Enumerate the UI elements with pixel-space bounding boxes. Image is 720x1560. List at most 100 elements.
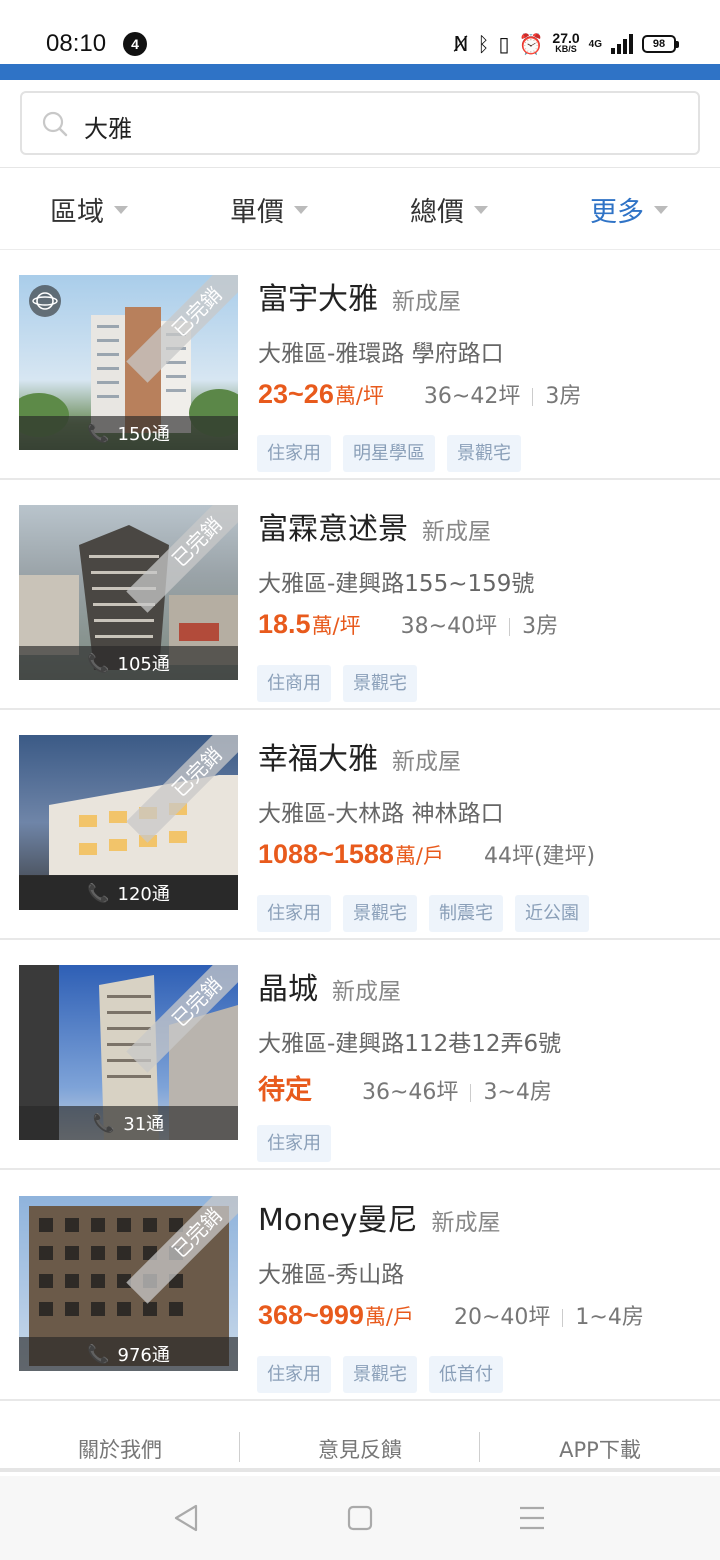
signal-icon <box>611 34 633 54</box>
listing-price-unit: 萬/坪 <box>334 384 384 408</box>
divider <box>470 1084 472 1102</box>
listing-price: 待定 <box>258 1075 312 1105</box>
listing-size: 38~40坪 <box>400 614 498 639</box>
system-nav-bar <box>0 1476 720 1560</box>
listing-type: 新成屋 <box>392 749 461 775</box>
call-count: 📞 31通 <box>19 1106 238 1140</box>
filter-area-label: 區域 <box>50 197 104 228</box>
filter-bar: 區域 單價 總價 更多 <box>0 168 720 250</box>
phone-icon: 📞 <box>92 1112 116 1134</box>
listing-tag: 住商用 <box>257 665 331 702</box>
listing-tag: 低首付 <box>429 1356 503 1393</box>
footer-links: 關於我們 意見反饋 APP下載 <box>0 1404 720 1472</box>
listing-size: 36~42坪 <box>423 384 521 409</box>
dropdown-arrow-icon <box>654 205 668 214</box>
listing-address: 大雅區-大林路 神林路口 <box>258 801 504 827</box>
bluetooth-icon: ᛒ <box>477 32 490 56</box>
about-us-link[interactable]: 關於我們 <box>0 1434 240 1464</box>
alarm-icon: ⏰ <box>518 32 544 56</box>
call-count: 📞 105通 <box>19 646 238 680</box>
vr-360-icon[interactable] <box>29 285 61 317</box>
listing-photo: 已完銷 📞 976通 <box>19 1196 238 1371</box>
listing-type: 新成屋 <box>422 519 491 545</box>
listing-rooms: 3房 <box>545 384 582 409</box>
filter-area[interactable]: 區域 <box>50 190 128 229</box>
nfc-icon: N̸ <box>453 32 469 56</box>
listing-tag: 景觀宅 <box>447 435 521 472</box>
listing-photo: 已完銷 📞 120通 <box>19 735 238 910</box>
listing-price-unit: 萬/戶 <box>394 844 444 868</box>
phone-icon: 📞 <box>87 1343 110 1365</box>
phone-icon: 📞 <box>87 882 110 904</box>
filter-more[interactable]: 更多 <box>590 190 668 229</box>
listing-tag: 住家用 <box>257 895 331 932</box>
status-time: 08:10 <box>46 30 107 57</box>
listing-size: 20~40坪 <box>453 1305 551 1330</box>
back-icon[interactable] <box>166 1498 206 1538</box>
listing-tag: 近公園 <box>515 895 589 932</box>
filter-total-price-label: 總價 <box>410 197 464 228</box>
call-count: 📞 120通 <box>19 876 238 910</box>
app-download-link[interactable]: APP下載 <box>480 1434 720 1464</box>
listing-price: 368~999 <box>258 1300 364 1330</box>
listing-title: Money曼尼 <box>258 1203 418 1238</box>
filter-unit-price-label: 單價 <box>230 197 284 228</box>
dropdown-arrow-icon <box>474 205 488 214</box>
listing-tag: 住家用 <box>257 1356 331 1393</box>
listing-address: 大雅區-建興路155~159號 <box>258 571 535 597</box>
listing-rooms: 3~4房 <box>483 1080 552 1105</box>
listing-type: 新成屋 <box>431 1210 501 1236</box>
call-count: 📞 150通 <box>19 416 238 450</box>
listing-tag: 景觀宅 <box>343 665 417 702</box>
net-speed: 27.0 KB/S <box>552 30 580 54</box>
battery-icon: 98 <box>642 35 679 53</box>
phone-icon: 📞 <box>87 422 110 444</box>
listing-type: 新成屋 <box>392 289 461 315</box>
divider <box>562 1309 564 1327</box>
home-icon[interactable] <box>340 1498 380 1538</box>
network-type: 4G <box>588 38 602 50</box>
listing-size: 36~46坪 <box>362 1080 459 1105</box>
divider <box>509 618 511 636</box>
listing-item[interactable]: 已完銷 📞 976通 Money曼尼 新成屋 大雅區-秀山路 368~999 萬/… <box>0 1171 720 1401</box>
listing-photo: 已完銷 📞 150通 <box>19 275 238 450</box>
phone-icon: 📞 <box>87 652 110 674</box>
listing-title: 富宇大雅 <box>258 282 378 317</box>
filter-more-label: 更多 <box>590 197 644 228</box>
listing-item[interactable]: 已完銷 📞 105通 富霖意述景 新成屋 大雅區-建興路155~159號 18.5… <box>0 480 720 710</box>
listing-photo: 已完銷 📞 105通 <box>19 505 238 680</box>
listing-title: 富霖意述景 <box>258 512 408 547</box>
listing-price-unit: 萬/戶 <box>364 1305 414 1329</box>
listing-rooms: 3房 <box>522 614 559 639</box>
search-input[interactable]: 大雅 <box>20 91 700 155</box>
header-accent-bar <box>0 64 720 80</box>
divider <box>532 388 534 406</box>
vibrate-icon: ▯ <box>498 32 510 56</box>
listing-title: 幸福大雅 <box>258 742 378 777</box>
search-icon <box>42 111 68 137</box>
status-icons: N̸ ᛒ ▯ ⏰ 27.0 KB/S 4G 98 <box>453 30 679 58</box>
listing-address: 大雅區-秀山路 <box>258 1262 405 1288</box>
notification-count-badge: 4 <box>123 32 147 56</box>
listing-photo: 已完銷 📞 31通 <box>19 965 238 1140</box>
listing-rooms: 1~4房 <box>575 1305 644 1330</box>
filter-total-price[interactable]: 總價 <box>410 190 488 229</box>
status-bar: 08:10 4 N̸ ᛒ ▯ ⏰ 27.0 KB/S 4G 98 <box>0 0 720 64</box>
dropdown-arrow-icon <box>114 205 128 214</box>
listing-price: 18.5 <box>258 609 311 639</box>
menu-icon[interactable] <box>512 1498 552 1538</box>
listing-tag: 明星學區 <box>343 435 435 472</box>
search-query: 大雅 <box>84 115 132 143</box>
listing-item[interactable]: 已完銷 📞 150通 富宇大雅 新成屋 大雅區-雅環路 學府路口 23~26 萬/… <box>0 250 720 480</box>
listing-title: 晶城 <box>258 972 318 1007</box>
listing-tag: 景觀宅 <box>343 1356 417 1393</box>
listing-tag: 住家用 <box>257 1125 331 1162</box>
listing-price: 1088~1588 <box>258 839 394 869</box>
feedback-link[interactable]: 意見反饋 <box>240 1434 480 1464</box>
listing-item[interactable]: 已完銷 📞 31通 晶城 新成屋 大雅區-建興路112巷12弄6號 待定 36~4… <box>0 940 720 1170</box>
listing-price-unit: 萬/坪 <box>311 614 361 638</box>
filter-unit-price[interactable]: 單價 <box>230 190 308 229</box>
listing-type: 新成屋 <box>332 979 401 1005</box>
listing-item[interactable]: 已完銷 📞 120通 幸福大雅 新成屋 大雅區-大林路 神林路口 1088~158… <box>0 710 720 940</box>
search-area: 大雅 <box>0 80 720 168</box>
